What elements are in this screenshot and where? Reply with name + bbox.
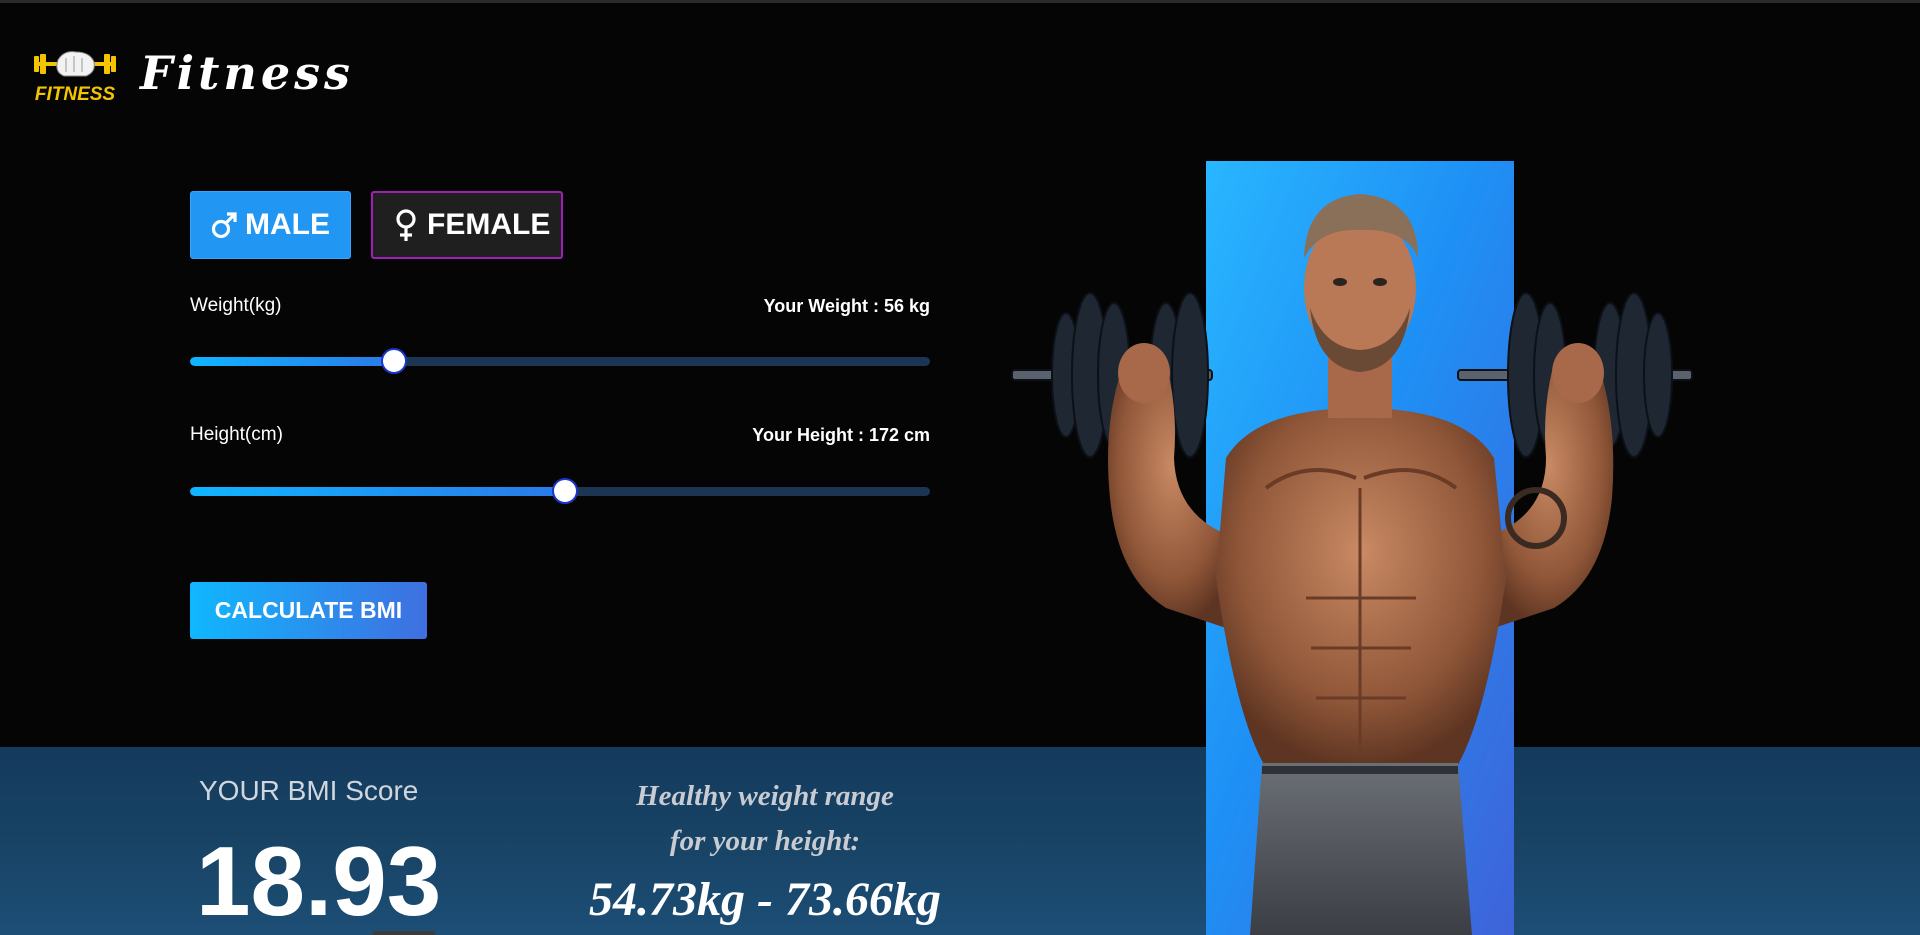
- logo-text: FITNESS: [35, 84, 116, 105]
- scrollbar-thumb[interactable]: [373, 931, 435, 935]
- weight-slider-fill: [190, 357, 394, 366]
- fitness-logo[interactable]: FITNESS: [34, 50, 116, 106]
- female-button[interactable]: FEMALE: [371, 191, 563, 259]
- athlete-with-dumbbells-photo: [1006, 158, 1696, 935]
- window-top-border: [0, 0, 1920, 3]
- weight-label: Weight(kg): [190, 295, 282, 316]
- weight-slider-thumb[interactable]: [381, 348, 407, 374]
- height-slider[interactable]: [190, 478, 930, 504]
- height-slider-fill: [190, 487, 565, 496]
- weight-slider[interactable]: [190, 348, 930, 374]
- male-button[interactable]: MALE: [190, 191, 351, 259]
- bmi-score-label: YOUR BMI Score: [199, 775, 419, 806]
- height-value: Your Height : 172 cm: [752, 425, 930, 445]
- healthy-range-value: 54.73kg - 73.66kg: [589, 873, 941, 926]
- calculate-bmi-button[interactable]: CALCULATE BMI: [190, 582, 427, 639]
- male-button-label: MALE: [245, 208, 330, 241]
- male-symbol-icon: [209, 207, 239, 243]
- healthy-range-label-line2: for your height:: [669, 825, 861, 857]
- weight-value: Your Weight : 56 kg: [763, 296, 930, 316]
- healthy-range-label: Healthy weight range for your height:: [545, 774, 985, 864]
- healthy-range-label-line1: Healthy weight range: [636, 780, 894, 812]
- weight-slider-track[interactable]: [190, 357, 930, 366]
- bmi-page: FITNESS Fitness MALE FEMALE Weight(kg) Y…: [0, 0, 1920, 935]
- female-symbol-icon: [391, 207, 421, 243]
- female-button-label: FEMALE: [427, 208, 551, 241]
- brand-title: Fitness: [140, 46, 354, 100]
- bmi-score-value: 18.93: [196, 826, 442, 935]
- height-slider-thumb[interactable]: [552, 478, 578, 504]
- height-label: Height(cm): [190, 424, 283, 445]
